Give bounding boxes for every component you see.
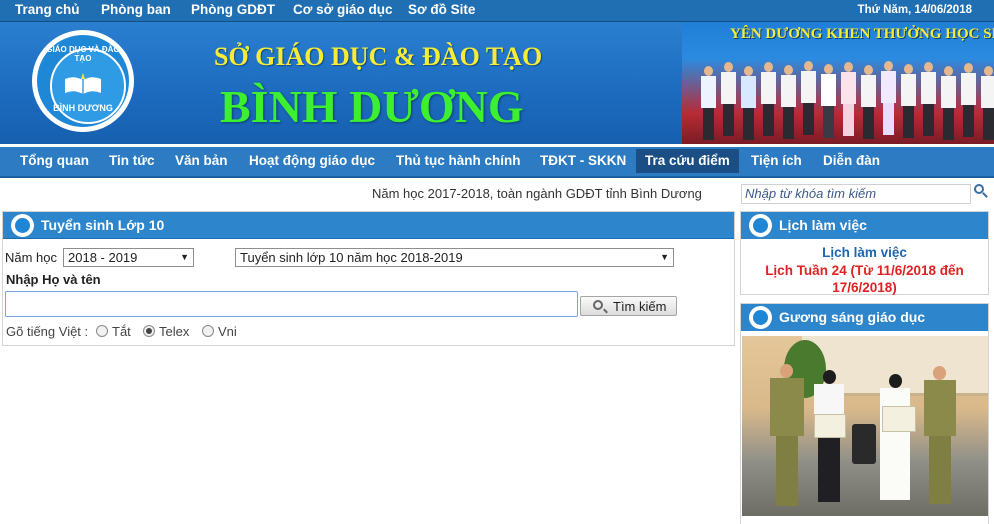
top-bar: Trang chủ Phòng ban Phòng GDĐT Cơ sở giá… xyxy=(0,0,994,22)
work-schedule-link[interactable]: Lịch làm việc xyxy=(741,245,988,260)
weekly-schedule-link[interactable]: Lịch Tuần 24 (Từ 11/6/2018 đến 17/6/2018… xyxy=(749,262,980,296)
nav-item-score-lookup[interactable]: Tra cứu điểm xyxy=(636,149,739,173)
typing-telex-label[interactable]: Telex xyxy=(159,324,189,339)
nav-item-documents[interactable]: Văn bản xyxy=(166,149,237,173)
top-link-district-offices[interactable]: Phòng GDĐT xyxy=(191,2,275,17)
student-head xyxy=(889,374,902,388)
panel-header: Tuyển sinh Lớp 10 xyxy=(3,212,734,239)
search-icon[interactable] xyxy=(974,184,988,198)
person-figure xyxy=(780,65,796,139)
nav-item-emulation-initiatives[interactable]: TĐKT - SKKN xyxy=(531,149,635,173)
search-button[interactable]: Tìm kiếm xyxy=(580,296,677,316)
typing-off-label[interactable]: Tắt xyxy=(112,324,131,339)
typing-telex-radio[interactable] xyxy=(143,325,155,337)
typing-off-radio[interactable] xyxy=(96,325,108,337)
certificate xyxy=(882,406,916,432)
logo-name: BÌNH DƯƠNG xyxy=(53,103,113,113)
magnifier-icon xyxy=(593,300,603,310)
school-year-select[interactable]: 2018 - 2019 ▼ xyxy=(63,248,194,267)
banner-photo-caption: YÊN DƯƠNG KHEN THƯỞNG HỌC SINH GIỎI xyxy=(730,26,994,42)
student-trousers xyxy=(818,434,840,502)
top-link-departments[interactable]: Phòng ban xyxy=(101,2,171,17)
logo-arc-text: GIÁO DỤC VÀ ĐÀO TẠO xyxy=(46,45,120,63)
search-icon-handle xyxy=(982,192,988,198)
nav-item-admin-procedures[interactable]: Thủ tục hành chính xyxy=(387,149,530,173)
dropdown-arrow-icon: ▼ xyxy=(180,252,189,262)
typing-vni-label[interactable]: Vni xyxy=(218,324,237,339)
nav-item-forum[interactable]: Diễn đàn xyxy=(814,149,889,173)
officer-uniform xyxy=(770,378,804,436)
gallery-title: Gương sáng giáo dục xyxy=(779,309,926,325)
logo-badge-icon xyxy=(749,306,772,329)
exam-value: Tuyển sinh lớp 10 năm học 2018-2019 xyxy=(240,250,463,265)
person-figure xyxy=(760,62,776,136)
logo-badge-icon xyxy=(749,214,772,237)
work-schedule-header: Lịch làm việc xyxy=(741,212,988,239)
school-year-value: 2018 - 2019 xyxy=(68,250,138,265)
nav-item-utilities[interactable]: Tiện ích xyxy=(742,149,811,173)
dropdown-arrow-icon: ▼ xyxy=(660,252,669,262)
banner-title-department: SỞ GIÁO DỤC & ĐÀO TẠO xyxy=(214,42,543,71)
featured-news-caption[interactable] xyxy=(742,516,988,524)
person-figure xyxy=(860,65,876,139)
person-figure xyxy=(820,64,836,138)
nav-item-overview[interactable]: Tổng quan xyxy=(11,149,98,173)
header-banner: GIÁO DỤC VÀ ĐÀO TẠO BÌNH DƯƠNG SỞ GIÁO D… xyxy=(0,22,994,144)
banner-title-province: BÌNH DƯƠNG xyxy=(220,81,524,132)
gallery-header: Gương sáng giáo dục xyxy=(741,304,988,331)
banner-photo: YÊN DƯƠNG KHEN THƯỞNG HỌC SINH GIỎI xyxy=(682,22,994,144)
person-figure xyxy=(840,62,856,136)
typing-vni-radio[interactable] xyxy=(202,325,214,337)
full-name-label: Nhập Họ và tên xyxy=(6,272,101,287)
current-date: Thứ Năm, 14/06/2018 xyxy=(857,4,972,16)
logo-ring: GIÁO DỤC VÀ ĐÀO TẠO BÌNH DƯƠNG xyxy=(37,35,129,127)
work-schedule-panel: Lịch làm việc Lịch làm việc Lịch Tuần 24… xyxy=(740,211,989,295)
school-year-label: Năm học xyxy=(5,250,58,265)
certificate xyxy=(814,414,846,438)
logo-badge-icon xyxy=(11,214,34,237)
department-logo[interactable]: GIÁO DỤC VÀ ĐÀO TẠO BÌNH DƯƠNG xyxy=(32,30,134,132)
top-link-home[interactable]: Trang chủ xyxy=(15,2,80,17)
officer-head xyxy=(933,366,946,380)
person-figure xyxy=(940,66,956,140)
officer-legs xyxy=(776,436,798,506)
student-ao-dai xyxy=(880,388,910,500)
nav-item-news[interactable]: Tin tức xyxy=(100,149,164,173)
full-name-input[interactable] xyxy=(5,291,578,317)
panel-title: Tuyển sinh Lớp 10 xyxy=(41,217,165,233)
top-link-sitemap[interactable]: Sơ đồ Site xyxy=(408,2,475,17)
exam-select[interactable]: Tuyển sinh lớp 10 năm học 2018-2019 ▼ xyxy=(235,248,674,267)
school-year-ticker: Năm học 2017-2018, toàn ngành GDĐT tỉnh … xyxy=(372,186,702,201)
work-schedule-title: Lịch làm việc xyxy=(779,217,867,233)
typing-mode-label: Gõ tiếng Việt : xyxy=(6,324,89,339)
person-figure xyxy=(700,66,716,140)
person-figure xyxy=(800,61,816,135)
search-button-label: Tìm kiếm xyxy=(613,299,667,314)
top-link-schools[interactable]: Cơ sở giáo dục xyxy=(293,2,392,17)
person-figure xyxy=(960,63,976,137)
speaker-box xyxy=(852,424,876,464)
person-figure xyxy=(920,62,936,136)
person-figure xyxy=(980,66,994,140)
officer-legs xyxy=(929,436,951,504)
student-head xyxy=(823,370,836,384)
person-figure xyxy=(900,64,916,138)
officer-uniform xyxy=(924,380,956,436)
featured-news-photo[interactable] xyxy=(742,336,988,516)
person-figure xyxy=(720,62,736,136)
nav-item-education-activities[interactable]: Hoạt động giáo dục xyxy=(240,149,384,173)
keyword-search-input[interactable]: Nhập từ khóa tìm kiếm xyxy=(741,184,971,204)
officer-head xyxy=(780,364,793,378)
main-navigation: Tổng quan Tin tức Văn bản Hoạt động giáo… xyxy=(0,144,994,178)
person-figure xyxy=(740,66,756,140)
open-book-icon xyxy=(65,73,101,94)
person-figure xyxy=(880,61,896,135)
